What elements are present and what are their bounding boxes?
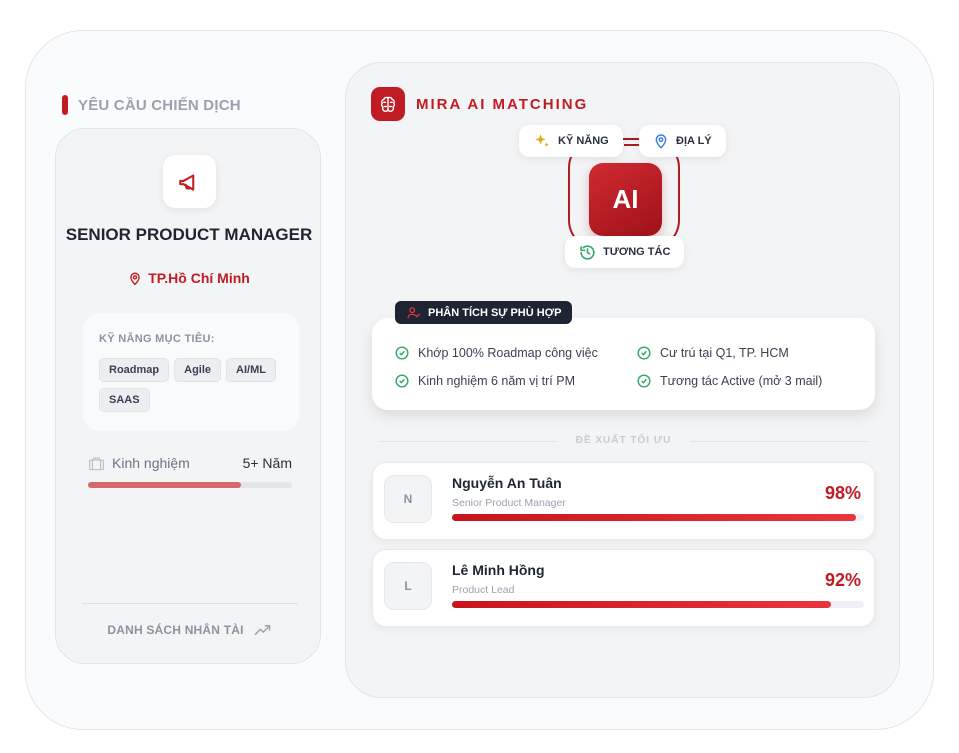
analysis-item: Cư trú tại Q1, TP. HCM (637, 346, 789, 360)
candidate-score-fill (452, 514, 856, 521)
brain-icon (371, 87, 405, 121)
check-circle-icon (395, 374, 409, 388)
candidate-name: Lê Minh Hồng (452, 562, 545, 578)
candidate-card[interactable]: L Lê Minh Hồng Product Lead 92% (372, 549, 875, 627)
candidate-avatar: N (384, 475, 432, 523)
candidate-avatar: L (384, 562, 432, 610)
brand-header: MIRA AI MATCHING (371, 87, 588, 121)
skill-chip: AI/ML (226, 358, 276, 382)
ai-matching-panel: MIRA AI MATCHING AI KỸ NĂNG ĐỊA LÝ TƯƠNG… (345, 62, 900, 698)
analysis-item: Khớp 100% Roadmap công việc (395, 346, 598, 360)
experience-label: Kinh nghiệm (88, 455, 190, 471)
talent-list-label: DANH SÁCH NHÂN TÀI (107, 623, 244, 637)
sparkles-icon (535, 134, 549, 147)
interaction-pill-label: TƯƠNG TÁC (603, 246, 671, 258)
divider (82, 603, 298, 604)
history-icon (580, 244, 595, 260)
campaign-section-label: YÊU CẦU CHIẾN DỊCH (78, 96, 241, 114)
separator-right (690, 441, 868, 442)
skill-chip: Agile (174, 358, 222, 382)
job-location: TP.Hồ Chí Minh (56, 270, 322, 286)
campaign-section-title: YÊU CẦU CHIẾN DỊCH (62, 95, 241, 115)
candidate-score: 92% (824, 570, 861, 590)
geo-pill-label: ĐỊA LÝ (676, 135, 712, 147)
experience-row: Kinh nghiệm 5+ Năm (88, 455, 292, 471)
interaction-pill: TƯƠNG TÁC (565, 236, 685, 268)
experience-value: 5+ Năm (242, 455, 292, 471)
analysis-item-text: Tương tác Active (mở 3 mail) (660, 374, 823, 388)
job-title: SENIOR PRODUCT MANAGER (65, 225, 313, 244)
check-circle-icon (637, 374, 651, 388)
check-circle-icon (637, 346, 651, 360)
candidate-name: Nguyễn An Tuân (452, 475, 562, 491)
map-pin-icon (655, 134, 667, 149)
skill-pill: KỸ NĂNG (519, 125, 623, 157)
talent-list-link[interactable]: DANH SÁCH NHÂN TÀI (56, 623, 322, 637)
candidate-score-bar (452, 601, 864, 608)
target-skills-box: KỸ NĂNG MỤC TIÊU: Roadmap Agile AI/ML SA… (83, 313, 299, 431)
analysis-item-text: Khớp 100% Roadmap công việc (418, 346, 598, 360)
target-skills-label: KỸ NĂNG MỤC TIÊU: (99, 333, 215, 345)
experience-label-text: Kinh nghiệm (112, 455, 190, 471)
candidate-role: Product Lead (452, 584, 515, 596)
experience-progress (88, 482, 292, 488)
accent-bar (62, 95, 68, 115)
candidate-score-fill (452, 601, 832, 608)
megaphone-icon (163, 155, 216, 208)
experience-progress-fill (88, 482, 241, 488)
analysis-title: PHÂN TÍCH SỰ PHÙ HỢP (428, 306, 562, 319)
candidate-score-bar (452, 514, 864, 521)
candidate-score: 98% (824, 483, 861, 503)
analysis-item: Kinh nghiệm 6 năm vị trí PM (395, 374, 575, 388)
analysis-item: Tương tác Active (mở 3 mail) (637, 374, 822, 388)
candidate-card[interactable]: N Nguyễn An Tuân Senior Product Manager … (372, 462, 875, 540)
brand-title: MIRA AI MATCHING (416, 95, 589, 113)
ai-core-badge: AI (589, 163, 662, 236)
skill-pill-label: KỸ NĂNG (558, 135, 609, 147)
briefcase-icon (89, 457, 104, 470)
skill-chips: Roadmap Agile AI/ML SAAS (99, 358, 289, 412)
skill-chip: SAAS (99, 388, 150, 412)
candidate-role: Senior Product Manager (452, 497, 566, 509)
analysis-item-text: Kinh nghiệm 6 năm vị trí PM (418, 374, 576, 388)
analysis-card: Khớp 100% Roadmap công việc Cư trú tại Q… (372, 318, 875, 410)
skill-chip: Roadmap (99, 358, 170, 382)
location-pin-icon (130, 272, 140, 285)
campaign-card: SENIOR PRODUCT MANAGER TP.Hồ Chí Minh KỸ… (55, 128, 321, 664)
analysis-item-text: Cư trú tại Q1, TP. HCM (660, 346, 789, 360)
geo-pill: ĐỊA LÝ (639, 125, 726, 157)
user-check-icon (407, 307, 420, 319)
trending-up-icon (254, 625, 270, 635)
job-location-text: TP.Hồ Chí Minh (148, 270, 250, 286)
check-circle-icon (395, 346, 409, 360)
analysis-tag: PHÂN TÍCH SỰ PHÙ HỢP (395, 301, 573, 324)
